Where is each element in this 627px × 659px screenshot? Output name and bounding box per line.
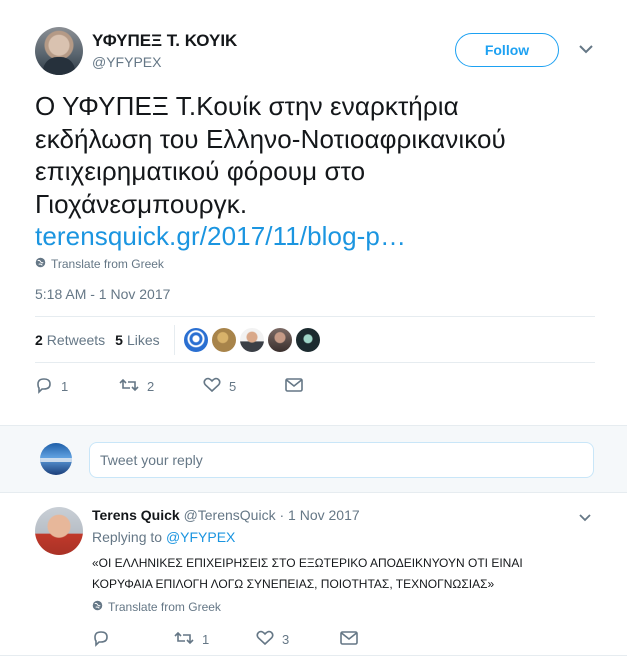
likers-list bbox=[182, 327, 321, 353]
reply-author-avatar[interactable] bbox=[35, 507, 83, 555]
reply-translate-button[interactable]: Translate from Greek bbox=[92, 600, 221, 614]
reply-button[interactable]: 1 bbox=[35, 376, 119, 397]
replying-mention[interactable]: @YFYPEX bbox=[166, 529, 235, 545]
liker-avatar[interactable] bbox=[266, 327, 293, 353]
reply-composer: Tweet your reply bbox=[0, 425, 627, 493]
envelope-icon bbox=[285, 378, 303, 395]
author-avatar[interactable] bbox=[35, 27, 83, 75]
reply-count: 1 bbox=[61, 379, 69, 394]
reply-tweet-header: Terens Quick @TerensQuick · 1 Nov 2017 bbox=[92, 507, 360, 523]
retweet-button[interactable]: 1 bbox=[174, 630, 256, 649]
translate-label: Translate from Greek bbox=[51, 257, 164, 271]
reply-input[interactable]: Tweet your reply bbox=[89, 442, 594, 478]
retweet-icon bbox=[119, 377, 139, 396]
retweets-stat[interactable]: 2 Retweets bbox=[35, 332, 105, 348]
globe-icon bbox=[35, 257, 46, 271]
divider bbox=[35, 316, 595, 317]
liker-avatar[interactable] bbox=[182, 327, 209, 353]
tweet-link[interactable]: terensquick.gr/2017/11/blog-p… bbox=[35, 220, 605, 253]
reply-text-line: «ΟΙ ΕΛΛΗΝΙΚΕΣ ΕΠΙΧΕΙΡΗΣΕΙΣ ΣΤΟ ΕΞΩΤΕΡΙΚΟ… bbox=[92, 556, 523, 570]
chevron-down-icon[interactable] bbox=[576, 39, 596, 59]
like-count: 5 bbox=[229, 379, 237, 394]
liker-avatar[interactable] bbox=[238, 327, 265, 353]
retweet-button[interactable]: 2 bbox=[119, 377, 203, 396]
tweet-text-line: εκδήλωση του Ελληνο-Νοτιοαφρικανικού bbox=[35, 123, 506, 154]
reply-author-name[interactable]: Terens Quick bbox=[92, 507, 180, 523]
heart-icon bbox=[256, 630, 274, 649]
replying-prefix: Replying to bbox=[92, 529, 163, 545]
direct-message-button[interactable] bbox=[340, 631, 358, 648]
retweet-count: 2 bbox=[147, 379, 155, 394]
tweet-timestamp[interactable]: 5:18 AM - 1 Nov 2017 bbox=[35, 286, 170, 302]
heart-icon bbox=[203, 377, 221, 396]
retweet-count: 1 bbox=[202, 632, 210, 647]
likes-count: 5 bbox=[115, 332, 123, 348]
tweet-stats: 2 Retweets 5 Likes bbox=[35, 325, 321, 355]
reply-tweet[interactable]: Terens Quick @TerensQuick · 1 Nov 2017 R… bbox=[35, 505, 600, 659]
reply-author-handle[interactable]: @TerensQuick bbox=[184, 507, 276, 523]
retweets-count: 2 bbox=[35, 332, 43, 348]
tweet-actions: 1 2 5 bbox=[35, 376, 303, 397]
reply-icon bbox=[92, 629, 110, 650]
stats-separator bbox=[173, 325, 175, 355]
replying-to: Replying to @YFYPEX bbox=[92, 529, 235, 545]
divider bbox=[35, 362, 595, 363]
reply-tweet-actions: 1 3 bbox=[92, 629, 358, 650]
globe-icon bbox=[92, 600, 103, 614]
follow-button[interactable]: Follow bbox=[455, 33, 559, 67]
author-name[interactable]: ΥΦΥΠΕΞ Τ. ΚΟΥΙΚ bbox=[92, 31, 237, 51]
envelope-icon bbox=[340, 631, 358, 648]
retweet-icon bbox=[174, 630, 194, 649]
tweet-text-line: επιχειρηματικού φόρουμ στο bbox=[35, 156, 366, 186]
divider bbox=[0, 655, 627, 656]
translate-button[interactable]: Translate from Greek bbox=[35, 257, 164, 271]
retweets-label: Retweets bbox=[46, 332, 106, 348]
tweet-text-line: Ο ΥΦΥΠΕΞ Τ.Κουίκ στην εναρκτήρια bbox=[35, 91, 459, 121]
like-count: 3 bbox=[282, 632, 290, 647]
author-handle[interactable]: @YFYPEX bbox=[92, 54, 161, 70]
reply-dot: · bbox=[279, 507, 285, 523]
like-button[interactable]: 5 bbox=[203, 377, 285, 396]
reply-tweet-text: «ΟΙ ΕΛΛΗΝΙΚΕΣ ΕΠΙΧΕΙΡΗΣΕΙΣ ΣΤΟ ΕΞΩΤΕΡΙΚΟ… bbox=[92, 553, 597, 595]
liker-avatar[interactable] bbox=[210, 327, 237, 353]
reply-button[interactable] bbox=[92, 629, 174, 650]
likes-label: Likes bbox=[126, 332, 160, 348]
translate-label: Translate from Greek bbox=[108, 600, 221, 614]
chevron-down-icon[interactable] bbox=[577, 510, 593, 526]
liker-avatar[interactable] bbox=[294, 327, 321, 353]
current-user-avatar bbox=[40, 443, 72, 475]
reply-date[interactable]: 1 Nov 2017 bbox=[288, 507, 360, 523]
likes-stat[interactable]: 5 Likes bbox=[115, 332, 159, 348]
direct-message-button[interactable] bbox=[285, 378, 303, 395]
tweet-text: Ο ΥΦΥΠΕΞ Τ.Κουίκ στην εναρκτήρια εκδήλωσ… bbox=[35, 90, 605, 253]
reply-icon bbox=[35, 376, 53, 397]
reply-text-line: ΚΟΡΥΦΑΙΑ ΕΠΙΛΟΓΗ ΛΟΓΩ ΣΥΝΕΠΕΙΑΣ, ΠΟΙΟΤΗΤ… bbox=[92, 577, 495, 591]
like-button[interactable]: 3 bbox=[256, 630, 340, 649]
tweet-text-line: Γιοχάνεσμπουργκ. bbox=[35, 188, 248, 219]
